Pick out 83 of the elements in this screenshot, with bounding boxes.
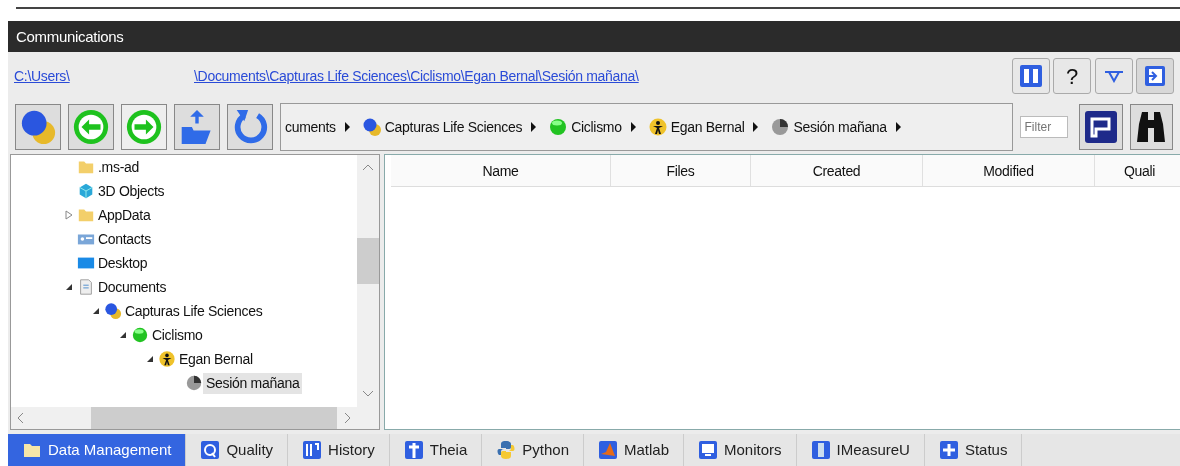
connect-button[interactable] [1094,58,1133,94]
window-title: Communications [16,28,124,45]
peak-icon [598,440,618,460]
chevron-icon[interactable] [531,122,537,132]
balls-icon [19,108,57,146]
expanded-icon[interactable] [119,331,127,339]
breadcrumb-item[interactable]: Egan Bernal [670,116,745,138]
help-button[interactable]: ? [1053,58,1091,94]
column-header[interactable]: Name [391,155,611,186]
breadcrumb-item[interactable]: Ciclismo [571,116,622,138]
expanded-icon[interactable] [92,307,100,315]
chevron-icon[interactable] [344,122,350,132]
folder-up-icon [180,108,214,146]
horizontal-scrollbar[interactable] [11,407,379,429]
tree-item[interactable]: 3D Objects [95,180,168,202]
tab[interactable]: Matlab [584,434,685,466]
column-header[interactable]: Modified [923,155,1095,186]
panel-button[interactable] [1079,104,1123,150]
tree-item[interactable]: Ciclismo [149,324,206,346]
history-icon [302,440,323,460]
project-button[interactable] [15,104,61,150]
tree-item[interactable]: Egan Bernal [176,348,256,370]
sensor-icon [810,440,831,460]
cube-icon [77,182,95,200]
python-icon [496,440,517,460]
tab[interactable]: IMeasureU [796,434,925,466]
tree-item[interactable]: Documents [95,276,170,298]
tree-item[interactable]: Capturas Life Sciences [122,300,266,322]
refresh-button[interactable] [227,104,273,150]
sphere-icon [131,326,149,344]
scroll-thumb[interactable] [357,238,379,284]
tab[interactable]: History [288,434,390,466]
breadcrumb-item[interactable]: Capturas Life Sciences [384,116,523,138]
person-icon [647,117,668,137]
tab[interactable]: Theia [389,434,483,466]
column-header[interactable]: Files [611,155,751,186]
tree-item[interactable]: Sesión mañana [203,372,303,394]
open-folder-button[interactable] [174,104,220,150]
expanded-icon[interactable] [65,283,73,291]
vertical-scrollbar[interactable] [357,155,379,407]
window-icon [1083,110,1118,144]
forward-button[interactable] [121,104,167,150]
breadcrumb-item[interactable]: Sesión mañana [793,116,887,138]
collapsed-icon[interactable] [65,210,73,220]
tree-item[interactable]: .ms-ad [95,156,142,178]
chevron-icon[interactable] [630,122,636,132]
back-button[interactable] [68,104,114,150]
tab[interactable]: Data Management [8,434,187,466]
scroll-down-icon[interactable] [362,389,374,399]
search-button[interactable] [1129,104,1173,150]
person-icon [158,350,176,368]
chevron-icon[interactable] [895,122,901,132]
pie-icon [770,117,791,137]
column-header[interactable]: Created [751,155,923,186]
cross-icon [403,440,424,460]
tab[interactable]: Monitors [684,434,797,466]
column-header[interactable]: Quali [1095,155,1180,186]
sphere-icon [548,117,569,137]
tree-item[interactable]: Desktop [95,252,151,274]
tab[interactable]: Status [924,434,1023,466]
tree-item[interactable]: AppData [95,204,154,226]
path-link[interactable]: \Documents\Capturas Life Sciences\Ciclismo\Egan Bernal\Sesión mañana\ [194,65,639,87]
expanded-icon[interactable] [146,355,154,363]
breadcrumb-item[interactable]: cuments [285,116,336,138]
pie-icon [185,374,203,392]
find-button[interactable] [1011,58,1050,94]
path-link[interactable]: C:\Users\ [14,65,194,87]
monitor-icon [698,440,719,460]
filter-field[interactable]: Filter [1020,116,1069,138]
login-icon [1143,64,1167,88]
balls-icon [104,302,122,320]
balls-icon [361,117,382,137]
chevron-icon[interactable] [753,122,759,132]
q-icon [200,440,221,460]
document-icon [77,278,95,296]
login-button[interactable] [1136,58,1174,94]
tab[interactable]: Python [482,434,584,466]
scroll-up-icon[interactable] [362,162,374,172]
scroll-thumb[interactable] [91,407,337,429]
tab[interactable]: Quality [186,434,289,466]
tree-item[interactable]: Contacts [95,228,154,250]
plus-icon [938,440,959,460]
connector-icon [1102,69,1125,83]
